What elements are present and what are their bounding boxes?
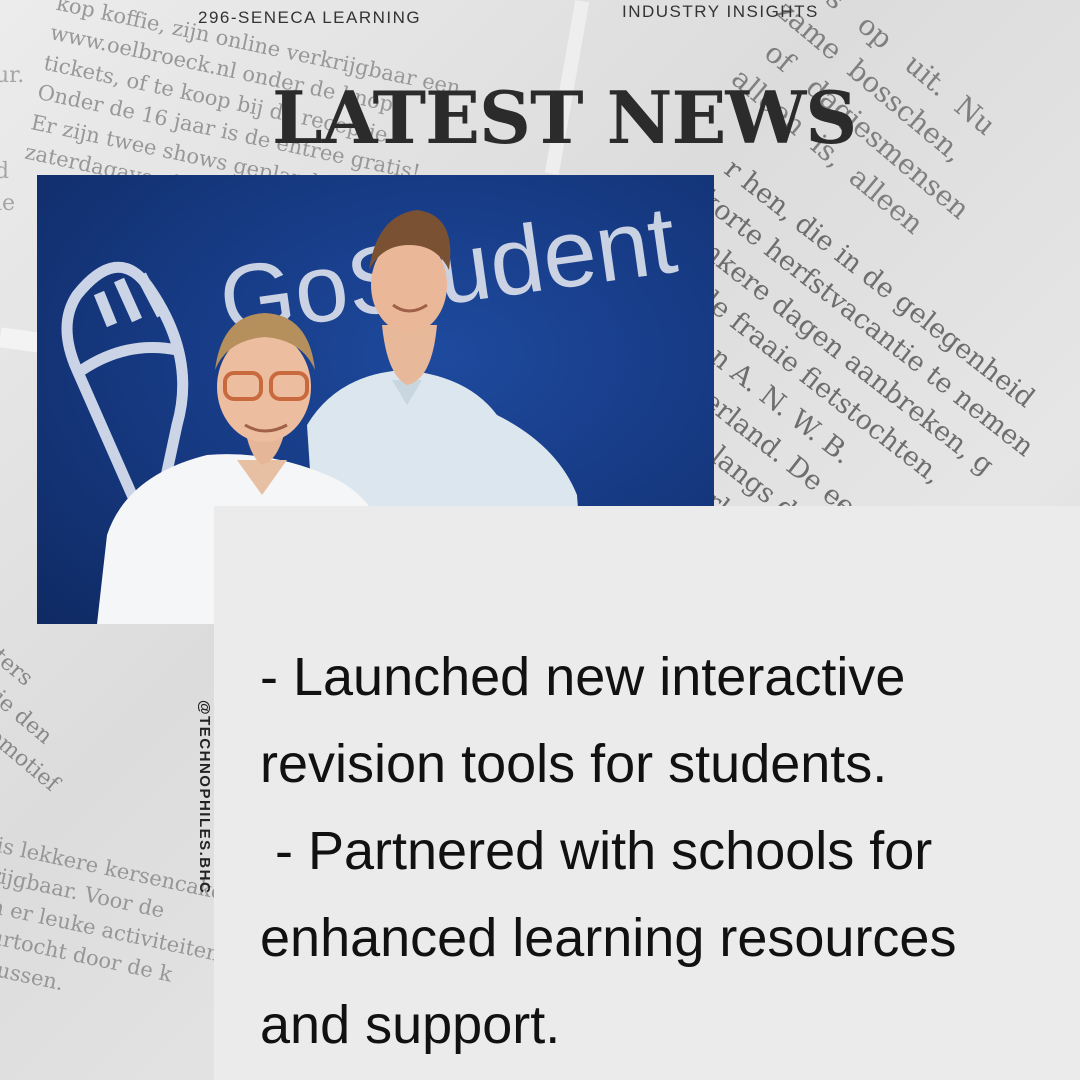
social-handle: @TECHNOPHILES.BHC — [196, 700, 222, 900]
bullet-line: and support. — [260, 995, 561, 1055]
newsprint-texture: meters reschie den den locomotief storte… — [0, 622, 64, 797]
text-panel-top — [714, 506, 1080, 624]
news-bullets: - Launched new interactive revision tool… — [260, 634, 1075, 1069]
headline: LATEST NEWS — [272, 75, 857, 160]
bullet-line: enhanced learning resources — [260, 908, 957, 968]
paper-tear — [0, 327, 42, 353]
section-label: INDUSTRY INSIGHTS — [622, 2, 819, 21]
logo-icon — [61, 261, 189, 511]
social-handle-text: @TECHNOPHILES.BHC — [196, 700, 213, 895]
post-canvas: ur. d ie kop koffie, zijn online verkrij… — [0, 0, 1080, 1080]
bullet-line: - Launched new interactive — [260, 647, 906, 707]
newsprint-texture: ur. d ie — [0, 63, 25, 216]
bullet-line: - Partnered with schools for — [260, 821, 933, 881]
brand-label: 296-SENECA LEARNING — [198, 8, 422, 27]
bullet-line: revision tools for students. — [260, 734, 888, 794]
